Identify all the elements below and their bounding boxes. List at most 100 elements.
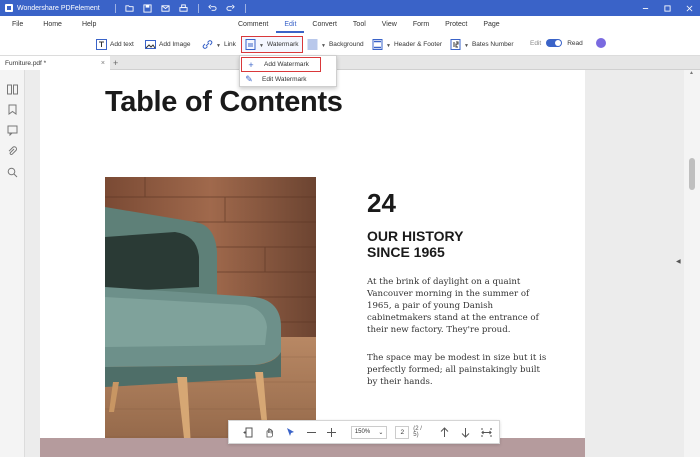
- menu-left-group: File Home Help: [0, 21, 104, 28]
- zoom-level-select[interactable]: 150% ⌄: [350, 425, 388, 439]
- add-text-label: Add text: [110, 41, 134, 48]
- chair-photo: [105, 177, 316, 457]
- settings-icon[interactable]: [596, 38, 606, 48]
- fit-width-icon[interactable]: [478, 424, 494, 440]
- chevron-down-icon: ▼: [386, 43, 391, 49]
- add-image-button[interactable]: Add Image: [145, 36, 190, 53]
- close-icon[interactable]: ×: [101, 60, 105, 67]
- section-title-line-1: OUR HISTORY: [367, 228, 464, 244]
- chevron-down-icon: ▼: [259, 43, 264, 49]
- minimize-icon[interactable]: [634, 0, 656, 16]
- watermark-dropdown: + Add Watermark ✎ Edit Watermark: [239, 55, 337, 87]
- mode-read-label: Read: [567, 39, 583, 47]
- background-icon: [307, 39, 318, 50]
- previous-page-icon[interactable]: [437, 424, 453, 440]
- divider: [244, 3, 246, 13]
- left-sidebar: [0, 70, 25, 457]
- chevron-down-icon: ▼: [464, 43, 469, 49]
- edit-toolbar: Add text Add Image ▼ Link ▼ Watermark ▼ …: [0, 33, 700, 56]
- zoom-out-icon[interactable]: [303, 424, 319, 440]
- tab-tool[interactable]: Tool: [345, 16, 374, 33]
- page-number-input[interactable]: 2: [395, 425, 410, 439]
- fit-page-icon[interactable]: [241, 424, 257, 440]
- mode-edit-label: Edit: [530, 39, 542, 47]
- link-icon: [202, 39, 213, 50]
- tab-protect[interactable]: Protect: [437, 16, 475, 33]
- menu-file[interactable]: File: [12, 21, 23, 28]
- link-button[interactable]: ▼ Link: [202, 36, 236, 53]
- title-bar: Wondershare PDFelement: [0, 0, 700, 16]
- zoom-in-icon[interactable]: [324, 424, 340, 440]
- section-title: OUR HISTORY SINCE 1965: [367, 228, 547, 260]
- select-cursor-icon[interactable]: [283, 424, 299, 440]
- attachment-icon[interactable]: [7, 146, 18, 157]
- document-tab-bar: Furniture.pdf * × +: [0, 56, 700, 70]
- undo-icon[interactable]: [204, 0, 222, 16]
- menu-help[interactable]: Help: [82, 21, 96, 28]
- section-number: 24: [367, 188, 396, 218]
- tab-furniture[interactable]: Furniture.pdf * ×: [0, 56, 110, 70]
- tab-form[interactable]: Form: [405, 16, 437, 33]
- save-icon[interactable]: [139, 0, 157, 16]
- right-scroll-area: ▲: [684, 70, 700, 457]
- paragraph-2: The space may be modest in size but it i…: [367, 353, 547, 387]
- bates-number-button[interactable]: ▼ Bates Number: [450, 36, 514, 53]
- redo-icon[interactable]: [222, 0, 240, 16]
- zoom-level-value: 150%: [354, 429, 371, 435]
- tab-page[interactable]: Page: [475, 16, 507, 33]
- tab-view[interactable]: View: [374, 16, 405, 33]
- link-label: Link: [223, 41, 236, 48]
- menu-tabs: Comment Edit Convert Tool View Form Prot…: [230, 16, 508, 33]
- header-footer-icon: [372, 39, 383, 50]
- window-controls: [634, 0, 700, 16]
- edit-read-toggle-group: Edit Read: [530, 39, 583, 47]
- bates-number-label: Bates Number: [471, 41, 514, 48]
- chevron-down-icon: ⌄: [378, 429, 384, 436]
- edit-watermark-label: Edit Watermark: [262, 76, 307, 83]
- vertical-scrollbar-thumb[interactable]: [689, 158, 695, 190]
- menu-home[interactable]: Home: [43, 21, 62, 28]
- new-tab-button[interactable]: +: [113, 56, 118, 70]
- comment-icon[interactable]: [7, 125, 18, 137]
- expand-right-panel-icon[interactable]: ◀: [676, 258, 681, 265]
- close-icon[interactable]: [678, 0, 700, 16]
- maximize-icon[interactable]: [656, 0, 678, 16]
- app-logo-icon: [5, 4, 13, 12]
- background-button[interactable]: ▼ Background: [307, 36, 364, 53]
- document-viewport: Table of Contents 24 OUR HISTORY SINCE 1…: [26, 70, 684, 457]
- background-label: Background: [328, 41, 364, 48]
- thumbnail-icon[interactable]: [7, 84, 18, 95]
- print-icon[interactable]: [175, 0, 193, 16]
- pdf-page: Table of Contents 24 OUR HISTORY SINCE 1…: [40, 70, 585, 457]
- tab-filename: Furniture.pdf *: [5, 59, 47, 67]
- divider: [114, 3, 116, 13]
- chevron-down-icon: ▼: [216, 43, 221, 49]
- app-title: Wondershare PDFelement: [17, 4, 100, 12]
- text-box-icon: [96, 39, 107, 50]
- page-heading: Table of Contents: [105, 86, 343, 118]
- next-page-icon[interactable]: [457, 424, 473, 440]
- search-icon[interactable]: [7, 167, 18, 178]
- add-watermark-item[interactable]: + Add Watermark: [241, 57, 321, 72]
- scroll-up-icon[interactable]: ▲: [689, 70, 694, 76]
- email-icon[interactable]: [157, 0, 175, 16]
- watermark-button[interactable]: ▼ Watermark: [241, 36, 303, 53]
- edit-watermark-item[interactable]: ✎ Edit Watermark: [240, 72, 336, 87]
- add-text-button[interactable]: Add text: [96, 36, 134, 53]
- tab-convert[interactable]: Convert: [304, 16, 345, 33]
- image-icon: [145, 39, 156, 50]
- pencil-icon: ✎: [245, 74, 253, 84]
- header-footer-button[interactable]: ▼ Header & Footer: [372, 36, 442, 53]
- tab-edit[interactable]: Edit: [276, 16, 305, 33]
- folder-icon[interactable]: [121, 0, 139, 16]
- page-count: (2 / 5): [413, 426, 422, 438]
- hand-tool-icon[interactable]: [262, 424, 278, 440]
- bookmark-icon[interactable]: [7, 104, 18, 115]
- watermark-label: Watermark: [266, 41, 299, 48]
- mode-toggle[interactable]: [546, 39, 563, 47]
- tab-comment[interactable]: Comment: [230, 16, 276, 33]
- divider: [197, 3, 199, 13]
- paragraph-1: At the brink of daylight on a quaint Van…: [367, 277, 539, 335]
- chevron-down-icon: ▼: [321, 43, 326, 49]
- menu-bar: File Home Help Comment Edit Convert Tool…: [0, 16, 700, 33]
